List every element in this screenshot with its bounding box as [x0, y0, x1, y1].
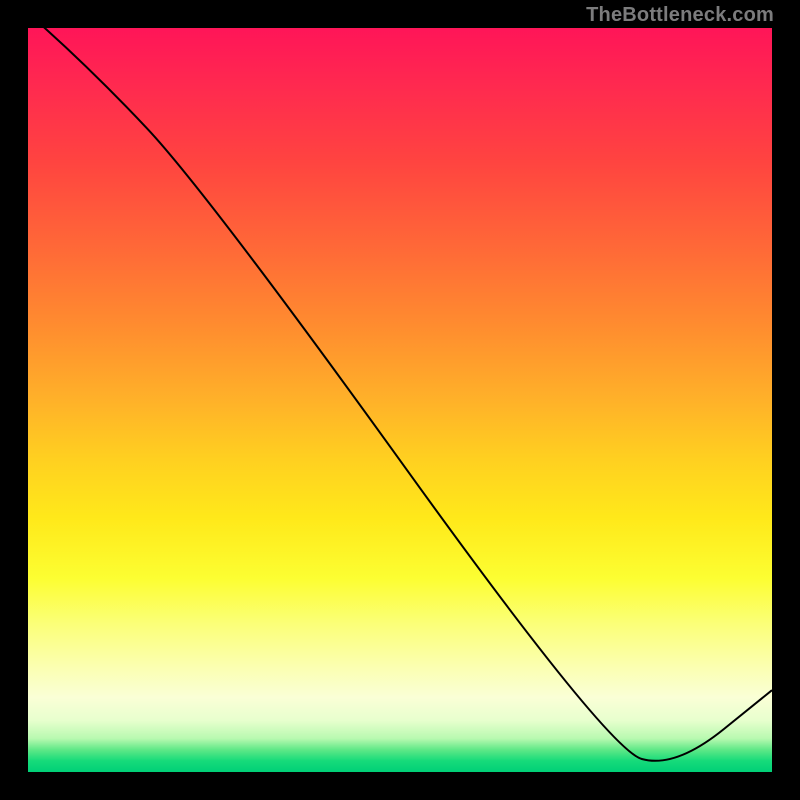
chart-frame: TheBottleneck.com: [0, 0, 800, 800]
attribution-text: TheBottleneck.com: [586, 4, 774, 27]
plot-area: [28, 28, 772, 772]
bottleneck-curve: [28, 28, 772, 772]
curve-path: [28, 28, 772, 761]
